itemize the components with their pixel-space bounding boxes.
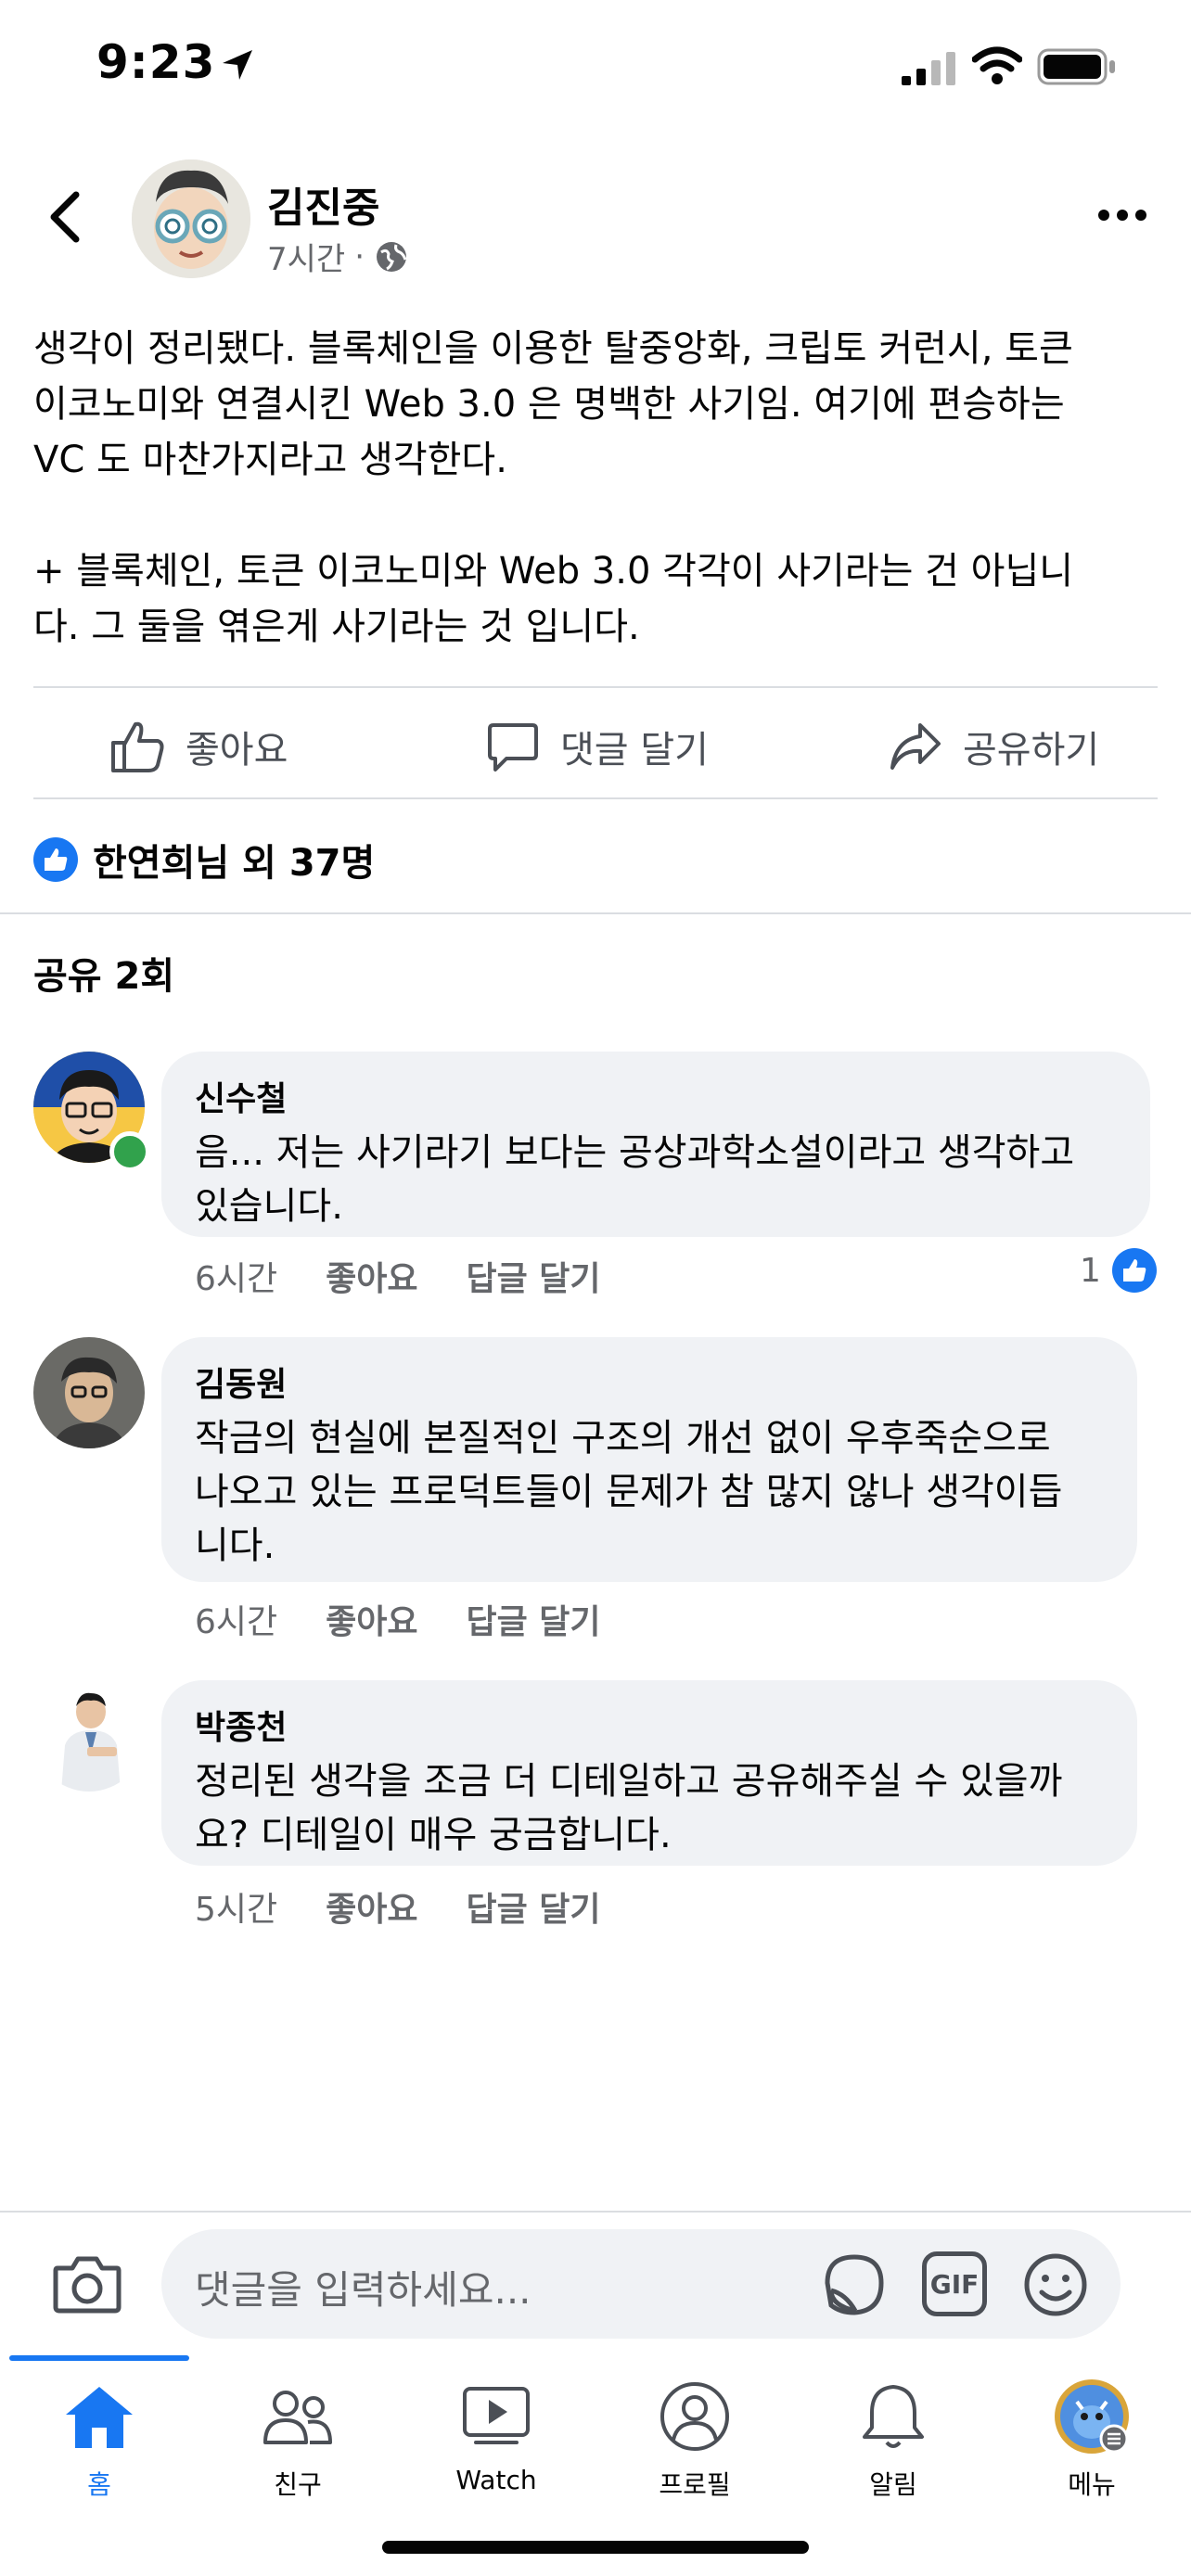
menu-avatar-icon (1055, 2379, 1129, 2454)
more-options-icon[interactable] (1096, 206, 1148, 224)
comment-bubble[interactable]: 신수철 음... 저는 사기라기 보다는 공상과학소설이라고 생각하고 있습니다… (161, 1052, 1150, 1237)
comment-time: 6시간 (195, 1603, 278, 1641)
share-label: 공유하기 (963, 729, 1100, 772)
author-avatar[interactable] (132, 159, 250, 278)
cellular-signal-icon (902, 52, 955, 85)
emoji-icon[interactable] (1022, 2251, 1089, 2318)
comment-like-button[interactable]: 좋아요 (326, 1595, 417, 1643)
tab-menu[interactable]: 메뉴 (992, 2374, 1191, 2522)
watch-icon (463, 2387, 530, 2444)
post-meta: 7시간 · (267, 234, 409, 279)
comment-time: 5시간 (195, 1891, 278, 1929)
post-text: 생각이 정리됐다. 블록체인을 이용한 탈중앙화, 크립토 커런시, 토큰 이코… (33, 327, 1074, 648)
comment-label: 댓글 달기 (560, 729, 709, 772)
comment-meta: 6시간 좋아요 답글 달기 (195, 1252, 601, 1300)
tab-label: 알림 (869, 2469, 917, 2500)
like-count-number: 1 (1080, 1251, 1101, 1290)
comment-reply-button[interactable]: 답글 달기 (467, 1882, 601, 1931)
divider (33, 686, 1158, 688)
comment-time: 6시간 (195, 1260, 278, 1298)
comment-bubble[interactable]: 박종천 정리된 생각을 조금 더 디테일하고 공유해주실 수 있을까 요? 디테… (161, 1680, 1137, 1866)
bell-icon (863, 2385, 924, 2448)
commenter-name[interactable]: 김동원 (195, 1358, 1104, 1406)
comment-bubble[interactable]: 김동원 작금의 현실에 본질적인 구조의 개선 없이 우후죽순으로 나오고 있는… (161, 1337, 1137, 1582)
tab-watch[interactable]: Watch (397, 2374, 596, 2522)
friends-icon (263, 2391, 332, 2444)
comment-placeholder: 댓글을 입력하세요... (195, 2267, 531, 2313)
composer-divider (0, 2211, 1191, 2213)
tab-notifications[interactable]: 알림 (794, 2374, 992, 2522)
comment-reply-button[interactable]: 답글 달기 (467, 1595, 601, 1643)
tab-profile[interactable]: 프로필 (596, 2374, 794, 2522)
status-time: 9:23 (96, 35, 216, 89)
comment-reply-button[interactable]: 답글 달기 (467, 1252, 601, 1300)
active-tab-indicator (9, 2355, 189, 2361)
globe-icon (377, 241, 407, 272)
author-name[interactable]: 김진중 (267, 174, 379, 234)
home-indicator[interactable] (382, 2541, 809, 2554)
divider (33, 797, 1158, 799)
tab-label: 홈 (87, 2469, 111, 2500)
commenter-avatar[interactable] (33, 1337, 145, 1448)
commenter-name[interactable]: 신수철 (195, 1072, 1117, 1120)
tab-label: 프로필 (659, 2469, 731, 2500)
tab-label: 친구 (274, 2469, 322, 2500)
battery-icon (1037, 48, 1115, 85)
gif-label: GIF (929, 2268, 980, 2300)
camera-icon[interactable] (52, 2253, 122, 2315)
tab-label: 메뉴 (1068, 2469, 1116, 2500)
tab-home[interactable]: 홈 (0, 2374, 198, 2522)
like-label: 좋아요 (186, 729, 288, 772)
comment-bubble-icon (488, 723, 538, 772)
share-count[interactable]: 공유 2회 (33, 946, 174, 1000)
comment-meta: 5시간 좋아요 답글 달기 (195, 1882, 601, 1931)
profile-icon (660, 2382, 729, 2451)
reactions-text: 한연희님 외 37명 (93, 842, 376, 885)
thumbs-up-icon (111, 721, 164, 772)
comment-like-count[interactable]: 1 (1080, 1248, 1157, 1293)
like-button[interactable]: 좋아요 (109, 714, 288, 779)
post-time: 7시간 (267, 241, 346, 278)
reactions-summary[interactable]: 한연희님 외 37명 (33, 833, 375, 886)
wifi-icon (972, 46, 1022, 84)
comment-meta: 6시간 좋아요 답글 달기 (195, 1595, 601, 1643)
comment-like-button[interactable]: 좋아요 (326, 1252, 417, 1300)
comment-text: 음... 저는 사기라기 보다는 공상과학소설이라고 생각하고 있습니다. (195, 1131, 1075, 1228)
online-status-dot (109, 1131, 150, 1172)
section-divider (0, 912, 1191, 914)
like-reaction-icon (1111, 1248, 1157, 1293)
like-reaction-icon (33, 837, 78, 882)
comment-text: 작금의 현실에 본질적인 구조의 개선 없이 우후죽순으로 나오고 있는 프로덕… (195, 1417, 1063, 1567)
meta-separator: · (354, 237, 365, 275)
comment-text: 정리된 생각을 조금 더 디테일하고 공유해주실 수 있을까 요? 디테일이 매… (195, 1760, 1063, 1856)
tab-label: Watch (455, 2465, 537, 2495)
tab-friends[interactable]: 친구 (198, 2374, 397, 2522)
home-icon (66, 2387, 133, 2448)
share-button[interactable]: 공유하기 (889, 714, 1099, 779)
back-icon[interactable] (43, 189, 89, 245)
commenter-name[interactable]: 박종천 (195, 1701, 1104, 1749)
location-arrow-icon (223, 50, 252, 80)
comment-like-button[interactable]: 좋아요 (326, 1882, 417, 1931)
commenter-avatar[interactable] (33, 1680, 145, 1792)
share-arrow-icon (890, 723, 941, 770)
gif-button[interactable]: GIF (922, 2251, 987, 2316)
sticker-icon[interactable] (818, 2250, 890, 2320)
comment-button[interactable]: 댓글 달기 (486, 714, 709, 779)
